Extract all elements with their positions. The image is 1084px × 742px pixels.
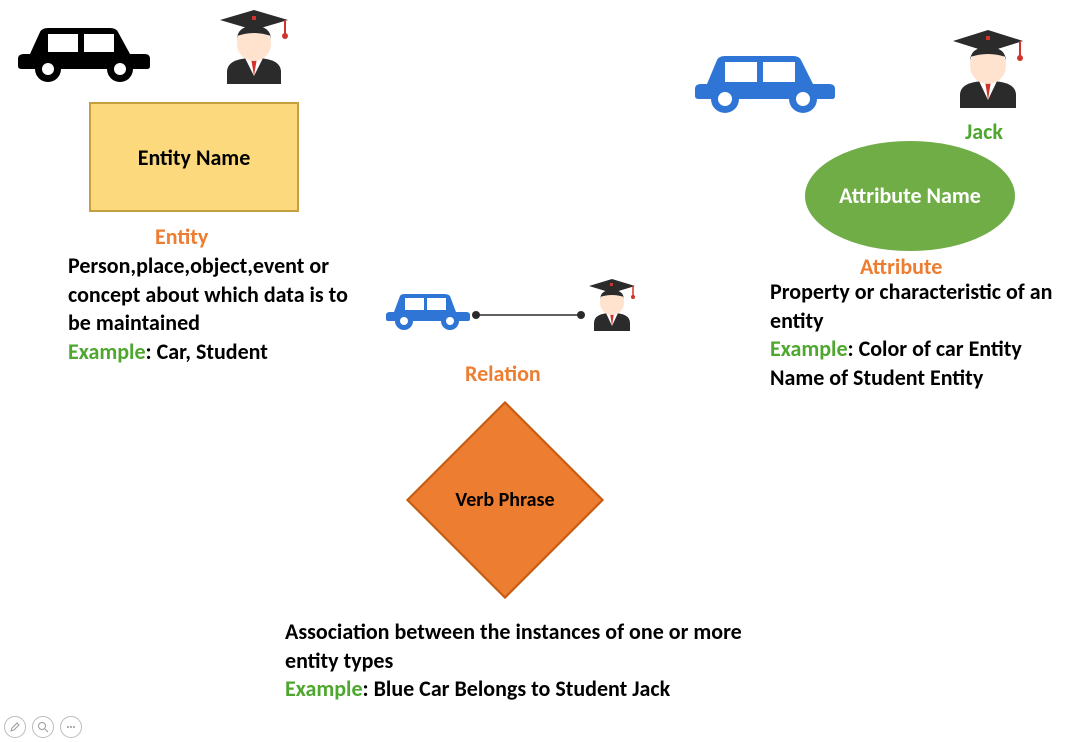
attribute-shape-label: Attribute Name bbox=[839, 183, 981, 209]
car-black-icon bbox=[10, 4, 160, 89]
zoom-icon[interactable] bbox=[32, 716, 54, 738]
jack-label: Jack bbox=[965, 118, 1003, 145]
attribute-title: Attribute bbox=[860, 253, 942, 280]
entity-shape-label: Entity Name bbox=[138, 144, 251, 171]
relation-shape-label: Verb Phrase bbox=[455, 488, 554, 512]
more-icon[interactable] bbox=[60, 716, 82, 738]
car-blue-icon-rel bbox=[380, 278, 472, 335]
attribute-desc: Property or characteristic of an entity … bbox=[770, 278, 1080, 392]
student-icon-attr bbox=[947, 26, 1029, 117]
relation-desc: Association between the instances of one… bbox=[285, 618, 785, 704]
relation-line bbox=[471, 306, 586, 325]
entity-shape: Entity Name bbox=[89, 102, 299, 212]
entity-desc: Person,place,object,event or concept abo… bbox=[68, 252, 368, 366]
student-icon-rel bbox=[585, 276, 639, 339]
bottom-toolbar bbox=[4, 716, 82, 738]
pen-icon[interactable] bbox=[4, 716, 26, 738]
relation-shape: Verb Phrase bbox=[405, 400, 605, 600]
student-icon-entity bbox=[215, 6, 293, 93]
entity-title: Entity bbox=[155, 223, 208, 250]
car-blue-icon-attr bbox=[685, 30, 845, 120]
relation-title: Relation bbox=[465, 360, 541, 387]
attribute-shape: Attribute Name bbox=[805, 141, 1015, 251]
